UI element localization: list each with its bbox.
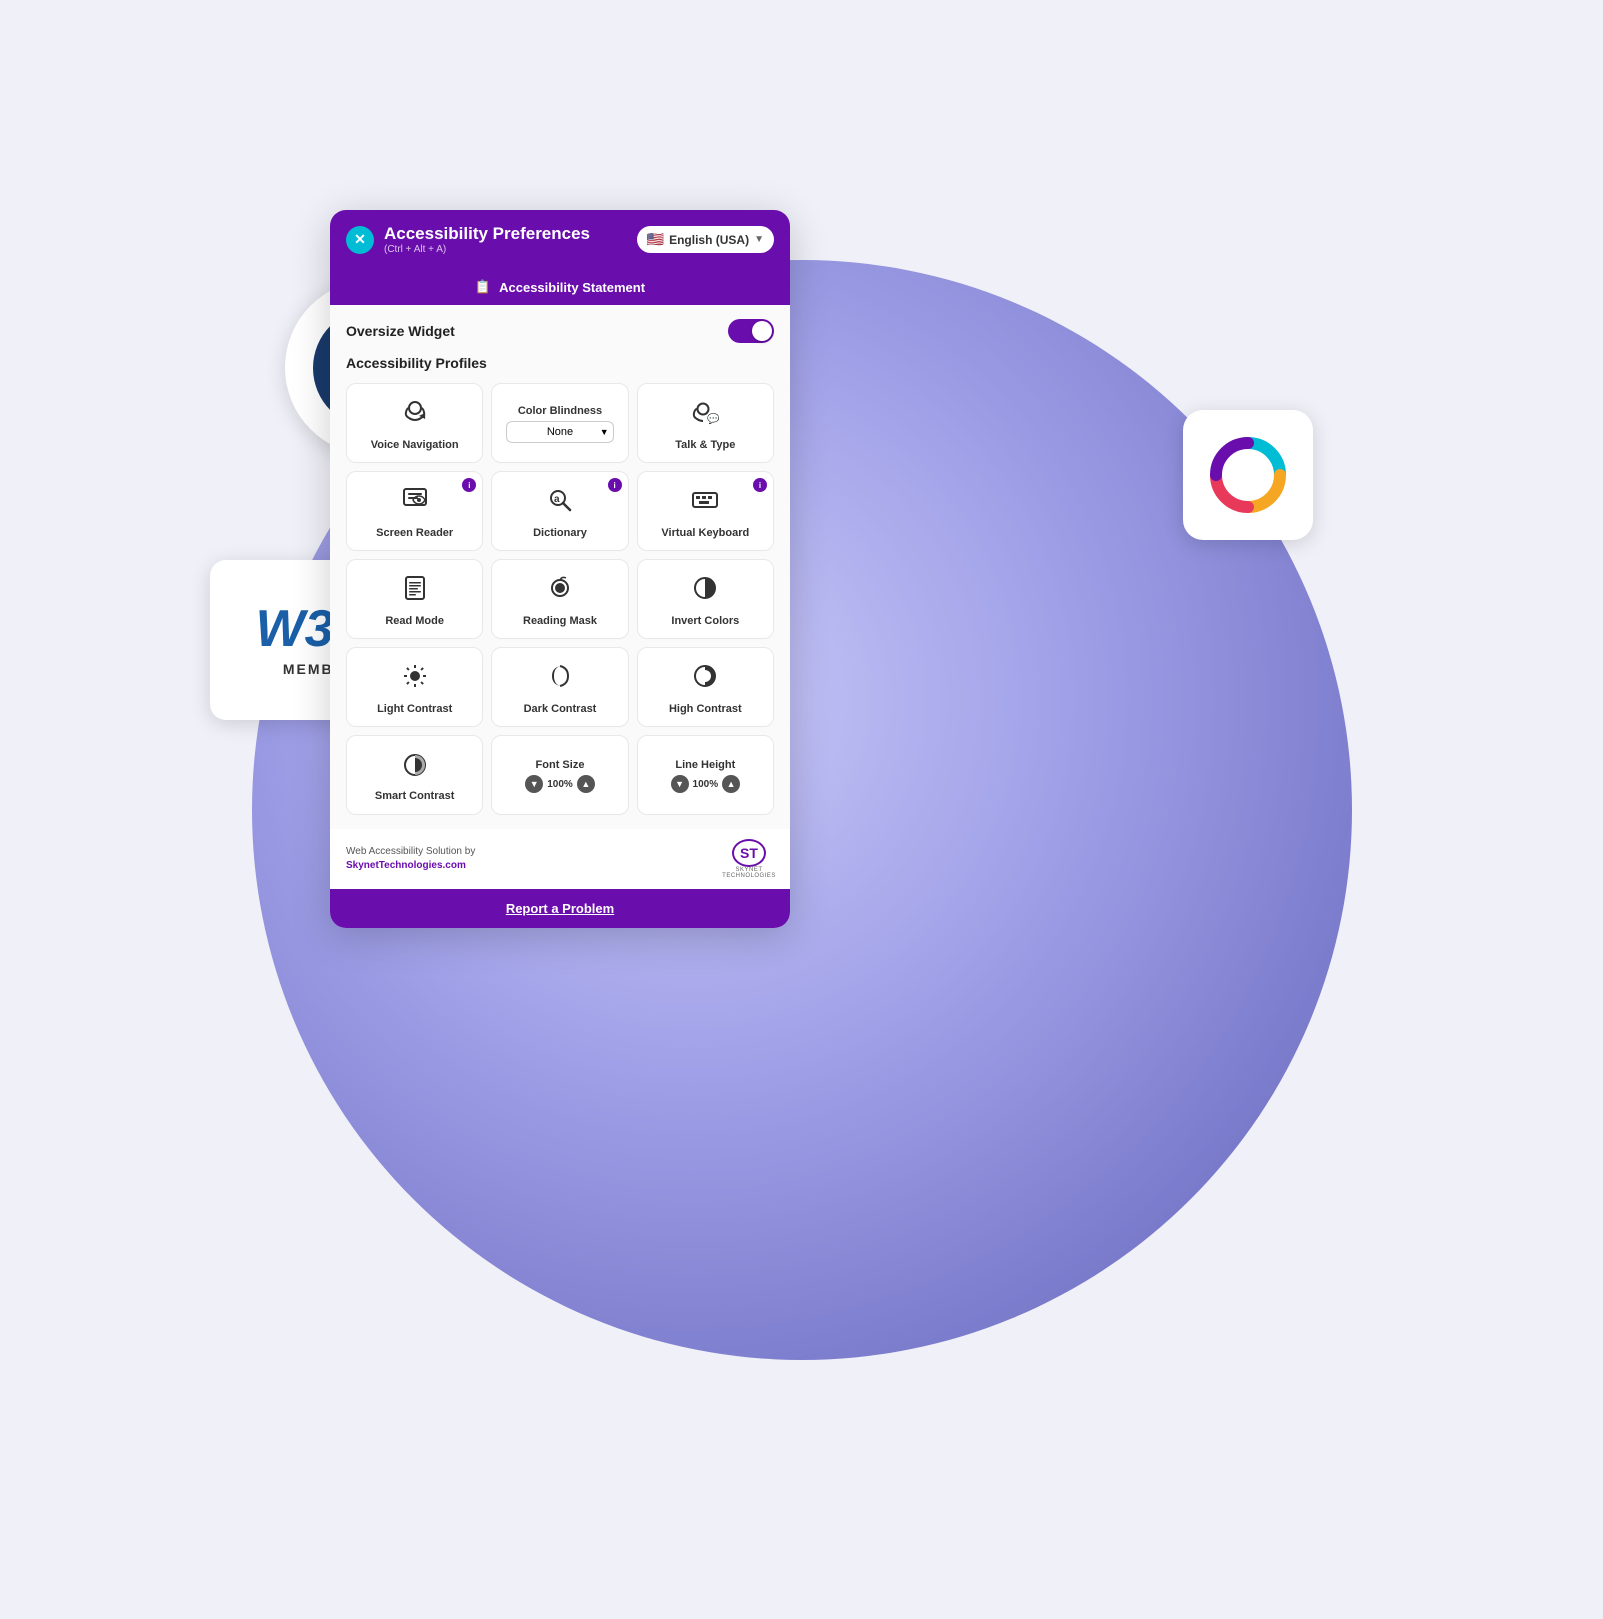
virtual-keyboard-label: Virtual Keyboard	[661, 527, 749, 539]
high-contrast-item[interactable]: High Contrast	[637, 647, 774, 727]
svg-text:◀: ◀	[419, 411, 426, 420]
read-mode-item[interactable]: Read Mode	[346, 559, 483, 639]
dark-contrast-item[interactable]: Dark Contrast	[491, 647, 628, 727]
color-blindness-select-wrapper: None Protanopia Deuteranopia Tritanopia …	[506, 421, 613, 443]
smart-contrast-item[interactable]: Smart Contrast	[346, 735, 483, 815]
virtual-keyboard-icon	[691, 486, 719, 521]
font-size-controls: ▼ 100% ▲	[525, 775, 595, 793]
widget-body: Oversize Widget Accessibility Profiles ◀	[330, 305, 790, 829]
dictionary-item[interactable]: i a Dictionary	[491, 471, 628, 551]
header-left: ✕ Accessibility Preferences (Ctrl + Alt …	[346, 224, 590, 255]
font-size-item: Font Size ▼ 100% ▲	[491, 735, 628, 815]
oversize-widget-row: Oversize Widget	[346, 319, 774, 343]
statement-label: Accessibility Statement	[499, 280, 645, 295]
statement-bar[interactable]: 📋 Accessibility Statement	[330, 269, 790, 305]
talk-type-icon: 💬	[691, 398, 719, 433]
color-blindness-label: Color Blindness	[518, 405, 602, 417]
invert-colors-label: Invert Colors	[671, 615, 739, 627]
font-size-decrement[interactable]: ▼	[525, 775, 543, 793]
dictionary-icon: a	[546, 486, 574, 521]
widget-panel: ✕ Accessibility Preferences (Ctrl + Alt …	[330, 210, 790, 928]
font-size-label: Font Size	[536, 759, 585, 771]
header-shortcut: (Ctrl + Alt + A)	[384, 244, 590, 255]
read-mode-icon	[401, 574, 429, 609]
screen-reader-label: Screen Reader	[376, 527, 453, 539]
high-contrast-icon	[691, 662, 719, 697]
dark-contrast-icon	[546, 662, 574, 697]
line-height-item: Line Height ▼ 100% ▲	[637, 735, 774, 815]
dictionary-info-icon[interactable]: i	[608, 478, 622, 492]
read-mode-label: Read Mode	[385, 615, 444, 627]
svg-text:a: a	[554, 494, 560, 505]
footer-text: Web Accessibility Solution by SkynetTech…	[346, 845, 475, 873]
widget-footer: Web Accessibility Solution by SkynetTech…	[330, 829, 790, 889]
oversize-widget-label: Oversize Widget	[346, 323, 455, 339]
language-label: English (USA)	[669, 233, 749, 247]
dark-contrast-label: Dark Contrast	[524, 703, 597, 715]
invert-colors-icon	[691, 574, 719, 609]
invert-colors-item[interactable]: Invert Colors	[637, 559, 774, 639]
reading-mask-label: Reading Mask	[523, 615, 597, 627]
virtual-keyboard-info-icon[interactable]: i	[753, 478, 767, 492]
toggle-knob	[752, 321, 772, 341]
dictionary-label: Dictionary	[533, 527, 587, 539]
font-size-value: 100%	[547, 779, 573, 790]
voice-navigation-item[interactable]: ◀ Voice Navigation	[346, 383, 483, 463]
color-blindness-select[interactable]: None Protanopia Deuteranopia Tritanopia	[506, 421, 613, 443]
profiles-section-title: Accessibility Profiles	[346, 355, 774, 371]
smart-contrast-icon	[401, 751, 429, 786]
header-title: Accessibility Preferences	[384, 224, 590, 244]
profiles-grid: ◀ Voice Navigation Color Blindness None …	[346, 383, 774, 815]
screen-reader-item[interactable]: i Screen Reader	[346, 471, 483, 551]
footer-link[interactable]: SkynetTechnologies.com	[346, 860, 466, 871]
language-selector[interactable]: 🇺🇸 English (USA) ▼	[637, 226, 774, 253]
footer-logo-subtext: SKYNET TECHNOLOGIES	[722, 867, 776, 879]
light-contrast-item[interactable]: Light Contrast	[346, 647, 483, 727]
line-height-decrement[interactable]: ▼	[671, 775, 689, 793]
c-logo-icon	[1208, 435, 1288, 515]
font-size-increment[interactable]: ▲	[577, 775, 595, 793]
page-wrapper: IAAP International Associationof Accessi…	[0, 0, 1603, 1619]
screen-reader-info-icon[interactable]: i	[462, 478, 476, 492]
widget-header: ✕ Accessibility Preferences (Ctrl + Alt …	[330, 210, 790, 269]
header-title-block: Accessibility Preferences (Ctrl + Alt + …	[384, 224, 590, 255]
high-contrast-label: High Contrast	[669, 703, 742, 715]
smart-contrast-label: Smart Contrast	[375, 790, 454, 802]
virtual-keyboard-item[interactable]: i Virtual Keyboard	[637, 471, 774, 551]
reading-mask-icon	[546, 574, 574, 609]
line-height-increment[interactable]: ▲	[722, 775, 740, 793]
talk-type-label: Talk & Type	[675, 439, 735, 451]
footer-logo: ST SKYNET TECHNOLOGIES	[724, 839, 774, 879]
report-problem-button[interactable]: Report a Problem	[330, 889, 790, 928]
flag-icon: 🇺🇸	[647, 231, 664, 248]
chevron-down-icon: ▼	[754, 234, 764, 245]
svg-text:💬: 💬	[707, 412, 719, 425]
talk-type-item[interactable]: 💬 Talk & Type	[637, 383, 774, 463]
light-contrast-label: Light Contrast	[377, 703, 452, 715]
line-height-label: Line Height	[675, 759, 735, 771]
reading-mask-item[interactable]: Reading Mask	[491, 559, 628, 639]
voice-navigation-icon: ◀	[401, 398, 429, 433]
color-blindness-item[interactable]: Color Blindness None Protanopia Deuteran…	[491, 383, 628, 463]
voice-navigation-label: Voice Navigation	[371, 439, 459, 451]
line-height-controls: ▼ 100% ▲	[671, 775, 741, 793]
oversize-widget-toggle[interactable]	[728, 319, 774, 343]
line-height-value: 100%	[693, 779, 719, 790]
light-contrast-icon	[401, 662, 429, 697]
footer-logo-circle: ST	[732, 839, 766, 867]
screen-reader-icon	[401, 486, 429, 521]
close-button[interactable]: ✕	[346, 226, 374, 254]
c-logo-card	[1183, 410, 1313, 540]
statement-icon: 📋	[475, 279, 491, 295]
